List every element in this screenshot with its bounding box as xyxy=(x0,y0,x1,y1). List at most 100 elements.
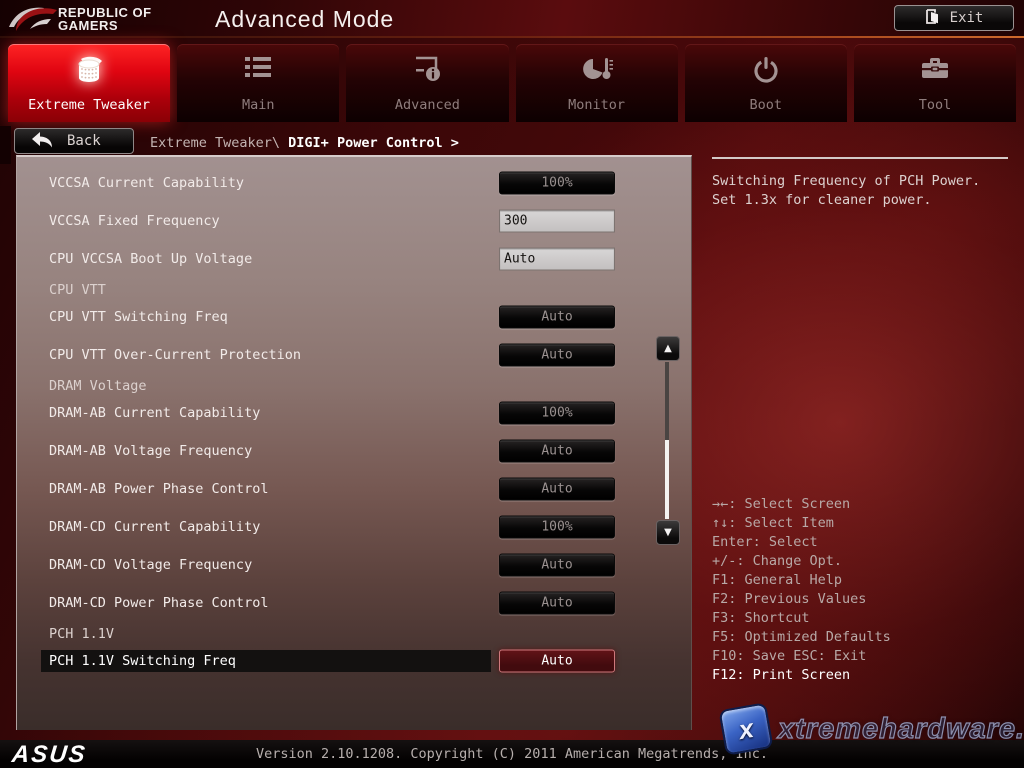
section-header-dram-voltage: DRAM Voltage xyxy=(17,374,691,394)
key-legend: →←: Select Screen↑↓: Select ItemEnter: S… xyxy=(712,495,891,685)
scrollbar-thumb[interactable] xyxy=(665,440,669,519)
setting-label: PCH 1.1V Switching Freq xyxy=(41,650,491,672)
setting-row-dram-ab-current-capability[interactable]: DRAM-AB Current Capability 100% xyxy=(17,394,691,432)
breadcrumb-current: DIGI+ Power Control > xyxy=(288,135,459,151)
setting-dropdown[interactable]: Auto xyxy=(499,344,615,367)
setting-dropdown[interactable]: Auto xyxy=(499,306,615,329)
setting-label: DRAM-CD Current Capability xyxy=(41,516,491,538)
asus-logo: ASUS xyxy=(11,741,89,768)
setting-label: DRAM-CD Voltage Frequency xyxy=(41,554,491,576)
setting-row-cpu-vccsa-boot-up-voltage[interactable]: CPU VCCSA Boot Up Voltage xyxy=(17,240,691,278)
setting-label: DRAM-AB Current Capability xyxy=(41,402,491,424)
exit-icon xyxy=(925,8,940,29)
setting-row-dram-ab-voltage-frequency[interactable]: DRAM-AB Voltage Frequency Auto xyxy=(17,432,691,470)
tab-label: Advanced xyxy=(395,97,460,113)
section-header-cpu-vtt: CPU VTT xyxy=(17,278,691,298)
legend-line: F3: Shortcut xyxy=(712,609,891,628)
back-button[interactable]: Back xyxy=(14,128,134,154)
header-accent-line xyxy=(0,36,1024,38)
breadcrumb: Extreme Tweaker\ DIGI+ Power Control > xyxy=(150,135,459,151)
list-icon xyxy=(243,55,273,85)
toolbox-icon xyxy=(918,55,952,87)
setting-dropdown[interactable]: Auto xyxy=(499,650,615,673)
legend-line: Enter: Select xyxy=(712,533,891,552)
tweaker-icon xyxy=(71,55,107,91)
help-line: Switching Frequency of PCH Power. xyxy=(712,172,980,191)
tab-extreme-tweaker[interactable]: Extreme Tweaker xyxy=(8,44,170,122)
rog-logo-icon xyxy=(8,3,58,39)
setting-row-dram-cd-power-phase-control[interactable]: DRAM-CD Power Phase Control Auto xyxy=(17,584,691,622)
tab-label: Extreme Tweaker xyxy=(28,97,150,113)
setting-dropdown[interactable]: Auto xyxy=(499,478,615,501)
tab-label: Monitor xyxy=(568,97,625,113)
advanced-icon xyxy=(410,55,444,87)
setting-input[interactable] xyxy=(499,210,615,233)
breadcrumb-root: Extreme Tweaker\ xyxy=(150,135,288,151)
setting-dropdown[interactable]: 100% xyxy=(499,516,615,539)
setting-row-vccsa-fixed-frequency[interactable]: VCCSA Fixed Frequency xyxy=(17,202,691,240)
tab-label: Boot xyxy=(750,97,783,113)
setting-label: VCCSA Current Capability xyxy=(41,172,491,194)
settings-list: VCCSA Current Capability 100% VCCSA Fixed … xyxy=(17,164,691,680)
help-separator xyxy=(712,157,1008,159)
setting-label: DRAM-CD Power Phase Control xyxy=(41,592,491,614)
legend-line: F12: Print Screen xyxy=(712,666,891,685)
brand-text: REPUBLIC OF GAMERS xyxy=(58,6,152,32)
tab-label: Main xyxy=(242,97,275,113)
setting-dropdown[interactable]: Auto xyxy=(499,592,615,615)
setting-label: VCCSA Fixed Frequency xyxy=(41,210,491,232)
tab-bar: Extreme Tweaker Main Advanced Monitor Boot To… xyxy=(8,44,1016,122)
tab-monitor[interactable]: Monitor xyxy=(516,44,678,122)
section-header-pch-1-1v: PCH 1.1V xyxy=(17,622,691,642)
scrollbar-track[interactable] xyxy=(665,362,669,440)
setting-dropdown[interactable]: Auto xyxy=(499,440,615,463)
setting-label: CPU VTT Over-Current Protection xyxy=(41,344,491,366)
legend-line: F10: Save ESC: Exit xyxy=(712,647,891,666)
help-line: Set 1.3x for cleaner power. xyxy=(712,191,980,210)
setting-label: CPU VCCSA Boot Up Voltage xyxy=(41,248,491,270)
header-bar: REPUBLIC OF GAMERS Advanced Mode Exit xyxy=(0,0,1024,38)
exit-label: Exit xyxy=(950,10,984,26)
legend-line: ↑↓: Select Item xyxy=(712,514,891,533)
setting-dropdown[interactable]: Auto xyxy=(499,554,615,577)
tab-label: Tool xyxy=(919,97,952,113)
setting-input[interactable] xyxy=(499,248,615,271)
setting-row-pch-1-1v-switching-freq[interactable]: PCH 1.1V Switching Freq Auto xyxy=(17,642,691,680)
help-text: Switching Frequency of PCH Power. Set 1.… xyxy=(712,172,980,210)
bios-screen: REPUBLIC OF GAMERS Advanced Mode Exit Ex… xyxy=(0,0,1024,768)
tab-tool[interactable]: Tool xyxy=(854,44,1016,122)
setting-dropdown[interactable]: 100% xyxy=(499,172,615,195)
tab-main[interactable]: Main xyxy=(177,44,339,122)
legend-line: F2: Previous Values xyxy=(712,590,891,609)
legend-line: +/-: Change Opt. xyxy=(712,552,891,571)
setting-row-cpu-vtt-over-current-protection[interactable]: CPU VTT Over-Current Protection Auto xyxy=(17,336,691,374)
setting-row-dram-cd-voltage-frequency[interactable]: DRAM-CD Voltage Frequency Auto xyxy=(17,546,691,584)
settings-panel: VCCSA Current Capability 100% VCCSA Fixed … xyxy=(16,155,692,730)
watermark-badge-icon: x xyxy=(718,702,773,756)
setting-row-vccsa-current-capability[interactable]: VCCSA Current Capability 100% xyxy=(17,164,691,202)
up-arrow-icon: ▲ xyxy=(664,343,672,354)
back-label: Back xyxy=(67,133,101,149)
scroll-down-button[interactable]: ▼ xyxy=(656,520,680,545)
setting-row-cpu-vtt-switching-freq[interactable]: CPU VTT Switching Freq Auto xyxy=(17,298,691,336)
setting-label: DRAM-AB Voltage Frequency xyxy=(41,440,491,462)
back-arrow-icon xyxy=(31,131,53,152)
setting-label: DRAM-AB Power Phase Control xyxy=(41,478,491,500)
legend-line: F1: General Help xyxy=(712,571,891,590)
exit-button[interactable]: Exit xyxy=(894,5,1014,31)
legend-line: F5: Optimized Defaults xyxy=(712,628,891,647)
left-notch xyxy=(0,126,11,164)
setting-row-dram-ab-power-phase-control[interactable]: DRAM-AB Power Phase Control Auto xyxy=(17,470,691,508)
monitor-icon xyxy=(580,55,614,89)
tab-advanced[interactable]: Advanced xyxy=(346,44,508,122)
tab-boot[interactable]: Boot xyxy=(685,44,847,122)
setting-dropdown[interactable]: 100% xyxy=(499,402,615,425)
setting-label: CPU VTT Switching Freq xyxy=(41,306,491,328)
legend-line: →←: Select Screen xyxy=(712,495,891,514)
setting-row-dram-cd-current-capability[interactable]: DRAM-CD Current Capability 100% xyxy=(17,508,691,546)
down-arrow-icon: ▼ xyxy=(664,527,672,538)
power-icon xyxy=(751,55,781,89)
scroll-up-button[interactable]: ▲ xyxy=(656,336,680,361)
watermark: x xtremehardware.it xyxy=(722,706,1024,752)
watermark-text: xtremehardware.it xyxy=(778,713,1024,746)
